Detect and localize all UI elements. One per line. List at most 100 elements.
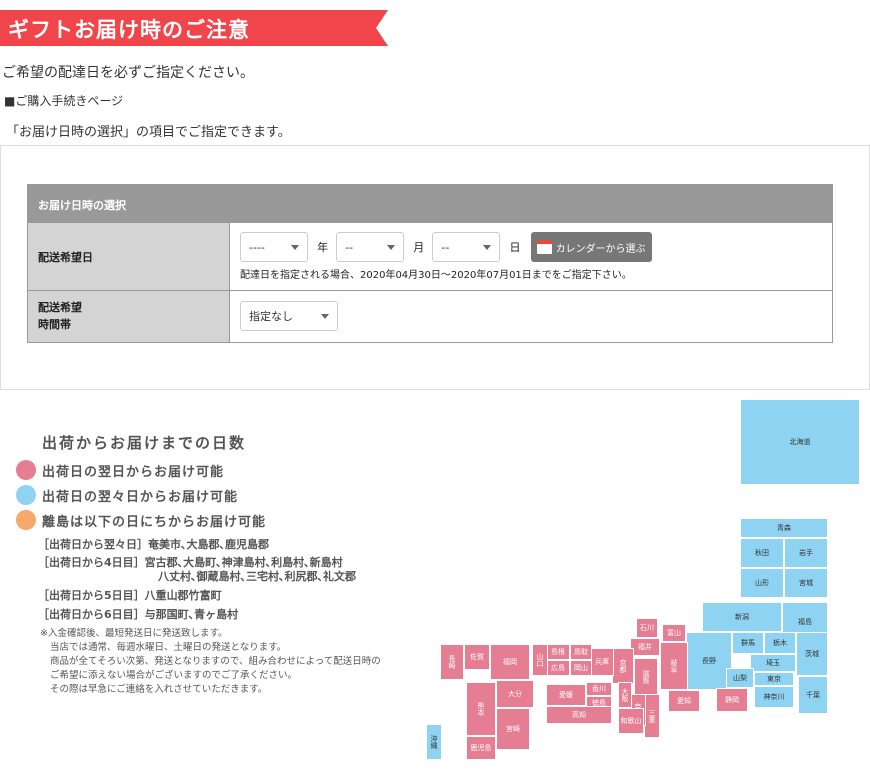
legend-next-day: 出荷日の翌日からお届け可能 xyxy=(16,460,224,480)
map-prefecture-13: 山梨 xyxy=(726,668,754,688)
map-prefecture-45: 宮崎 xyxy=(496,708,530,750)
orange-dot-icon xyxy=(16,510,36,530)
map-prefecture-30: 兵庫 xyxy=(590,648,614,676)
map-prefecture-label: 石川 xyxy=(640,624,654,632)
map-prefecture-11: 茨城 xyxy=(796,632,828,676)
island-row-2: ［出荷日から4日目］宮古郡､大島町､神津島村､利島村､新島村 xyxy=(38,556,343,570)
time-select[interactable]: 指定なし xyxy=(240,301,338,331)
island-tag: ［出荷日から6日目］ xyxy=(38,608,145,621)
chevron-down-icon xyxy=(291,244,299,250)
map-prefecture-17: 沖縄 xyxy=(426,724,442,760)
legend-two-days: 出荷日の翌々日からお届け可能 xyxy=(16,485,238,505)
map-prefecture-38: 愛媛 xyxy=(546,684,586,706)
map-prefecture-40: 福岡 xyxy=(490,644,530,680)
map-prefecture-9: 群馬 xyxy=(732,632,764,654)
island-text: 宮古郡､大島町､神津島村､利島村､新島村 xyxy=(144,556,343,569)
map-prefecture-28: 大阪 xyxy=(618,682,632,708)
map-prefecture-label: 鹿児島 xyxy=(470,744,492,752)
map-prefecture-43: 大分 xyxy=(496,680,534,708)
map-prefecture-label: 滋賀 xyxy=(642,670,650,684)
map-prefecture-41: 佐賀 xyxy=(464,644,490,670)
map-prefecture-label: 大阪 xyxy=(621,688,629,702)
delivery-time-label-line1: 配送希望 xyxy=(38,301,82,314)
map-prefecture-16: 神奈川 xyxy=(754,686,794,708)
chevron-down-icon xyxy=(483,244,492,250)
map-prefecture-label: 高知 xyxy=(572,711,586,719)
map-prefecture-5: 宮城 xyxy=(784,568,828,598)
map-prefecture-label: 香川 xyxy=(592,685,606,693)
japan-delivery-map: 北海道 青森 秋田 岩手 山形 宮城 新潟 福島 長野 群馬 栃木 茨城 埼玉 山梨 東京 千葉 神奈川 沖縄 石川… xyxy=(420,396,870,770)
calendar-button[interactable]: カレンダーから選ぶ xyxy=(530,232,652,262)
map-prefecture-33: 島根 xyxy=(546,644,570,660)
map-prefecture-35: 山口 xyxy=(532,644,548,676)
map-prefecture-label: 愛知 xyxy=(677,697,691,705)
island-row-1: ［出荷日から翌々日］奄美市､大島郡､鹿児島郡 xyxy=(38,538,269,552)
map-prefecture-label: 長野 xyxy=(702,657,716,665)
day-select[interactable]: -- xyxy=(432,232,501,262)
map-prefecture-label: 鳥取 xyxy=(574,648,588,656)
map-prefecture-0: 北海道 xyxy=(740,399,860,485)
map-prefecture-label: 沖縄 xyxy=(430,735,438,749)
map-prefecture-10: 栃木 xyxy=(764,632,796,654)
map-prefecture-6: 新潟 xyxy=(702,602,782,632)
map-prefecture-label: 東京 xyxy=(767,675,781,683)
map-prefecture-label: 静岡 xyxy=(725,696,739,704)
time-select-value: 指定なし xyxy=(249,310,293,323)
chevron-down-icon xyxy=(321,313,329,319)
map-prefecture-36: 香川 xyxy=(586,682,612,696)
map-prefecture-22: 静岡 xyxy=(716,688,748,712)
island-text: 与那国町､青ヶ島村 xyxy=(144,608,239,621)
pink-dot-icon xyxy=(16,460,36,480)
calendar-icon xyxy=(536,240,552,254)
map-prefecture-label: 熊本 xyxy=(477,702,485,716)
year-select[interactable]: ---- xyxy=(240,232,308,262)
map-prefecture-label: 和歌山 xyxy=(620,717,642,725)
map-prefecture-24: 滋賀 xyxy=(634,658,658,696)
map-prefecture-label: 岩手 xyxy=(799,549,813,557)
map-prefecture-20: 福井 xyxy=(630,638,660,656)
month-unit: 月 xyxy=(413,241,425,254)
map-prefecture-label: 島根 xyxy=(551,648,565,656)
island-row-4: ［出荷日から6日目］与那国町､青ヶ島村 xyxy=(38,608,238,622)
map-prefecture-label: 宮城 xyxy=(799,579,813,587)
map-prefecture-label: 長崎 xyxy=(448,655,456,669)
intro-text: ご希望の配達日を必ずご指定ください。 xyxy=(2,65,254,81)
footnotes: ※入金確認後、最短発送日に発送致します。 当店では通常、毎週水曜日、土曜日の発送… xyxy=(40,627,381,697)
island-row-3: ［出荷日から5日目］八重山郡竹富町 xyxy=(38,589,222,603)
island-text: 八重山郡竹富町 xyxy=(144,589,222,602)
legend-two-days-text: 出荷日の翌々日からお届け可能 xyxy=(42,489,239,505)
island-tag: ［出荷日から5日目］ xyxy=(38,589,145,602)
map-prefecture-18: 石川 xyxy=(636,618,658,638)
legend-next-day-text: 出荷日の翌日からお届け可能 xyxy=(42,464,225,480)
map-prefecture-23: 愛知 xyxy=(668,690,700,712)
chevron-down-icon xyxy=(387,244,396,250)
map-prefecture-3: 岩手 xyxy=(784,538,828,568)
purchase-page-label: ■ご購入手続きページ xyxy=(4,94,124,108)
month-select-value: -- xyxy=(345,240,354,254)
delivery-form-table: お届け日時の選択 配送希望日 ---- 年 -- 月 -- 日 カレンダーから選… xyxy=(27,184,833,343)
map-prefecture-29: 和歌山 xyxy=(618,708,644,734)
map-prefecture-46: 鹿児島 xyxy=(466,736,496,760)
delivery-date-label: 配送希望日 xyxy=(28,223,230,290)
map-prefecture-label: 秋田 xyxy=(755,549,769,557)
map-prefecture-label: 栃木 xyxy=(773,639,787,647)
map-prefecture-34: 広島 xyxy=(546,660,570,676)
map-prefecture-label: 大分 xyxy=(508,690,522,698)
banner-title: ギフトお届け時のご注意 xyxy=(8,18,250,42)
delivery-time-label: 配送希望 時間帯 xyxy=(28,291,230,342)
map-prefecture-26: 三重 xyxy=(644,694,660,738)
map-prefecture-label: 福井 xyxy=(638,643,652,651)
map-prefecture-label: 千葉 xyxy=(806,691,820,699)
date-range-note: 配達日を指定される場合、2020年04月30日～2020年07月01日までをご指… xyxy=(240,270,632,281)
map-prefecture-32: 岡山 xyxy=(570,660,592,676)
delivery-date-row: 配送希望日 ---- 年 -- 月 -- 日 カレンダーから選ぶ 配達日を指定さ… xyxy=(28,222,832,290)
map-prefecture-label: 山梨 xyxy=(733,674,747,682)
island-tag: ［出荷日から翌々日］ xyxy=(38,538,148,551)
map-prefecture-label: 宮崎 xyxy=(506,725,520,733)
form-heading: お届け日時の選択 xyxy=(28,185,832,222)
map-prefecture-15: 千葉 xyxy=(798,676,828,714)
map-prefecture-label: 新潟 xyxy=(735,613,749,621)
island-text: 八丈村､御蔵島村､三宅村､利尻郡､礼文郡 xyxy=(158,570,356,583)
map-prefecture-14: 東京 xyxy=(754,672,794,686)
month-select[interactable]: -- xyxy=(336,232,405,262)
